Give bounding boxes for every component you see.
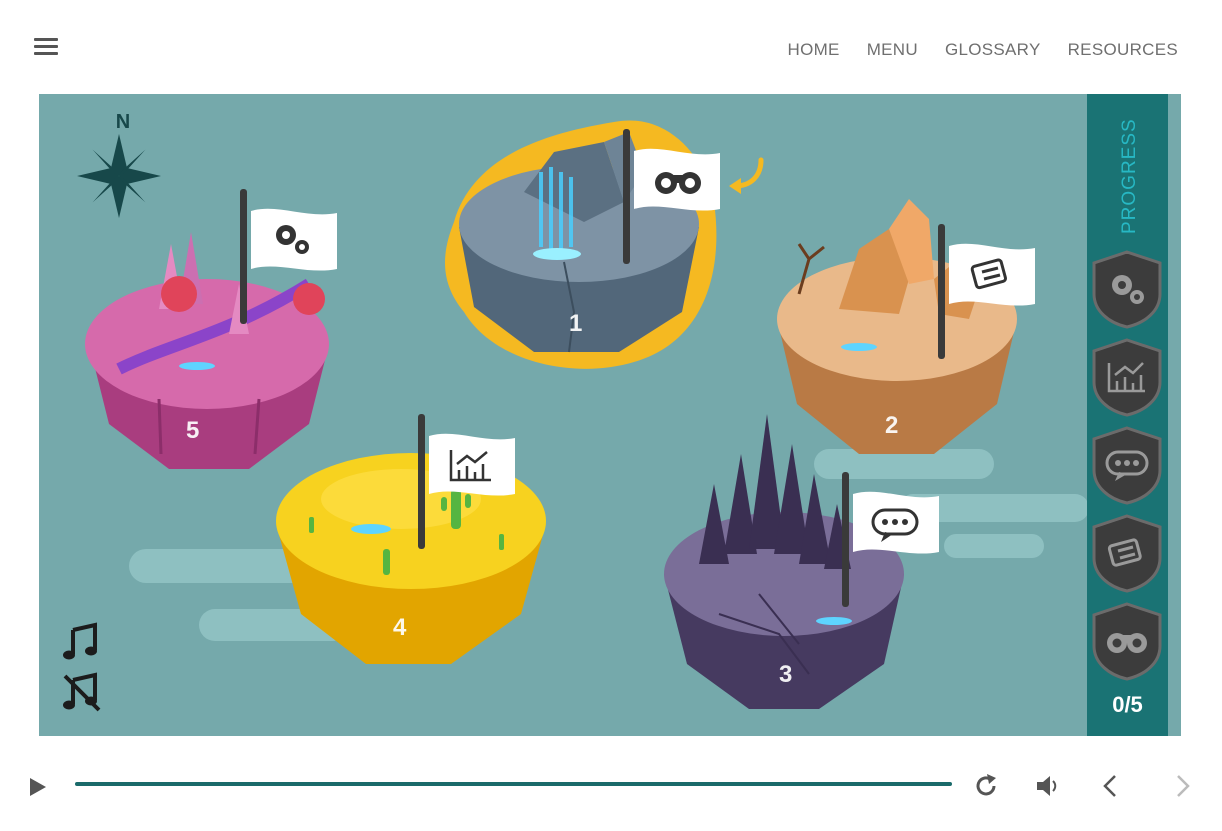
previous-icon[interactable] (1097, 772, 1125, 800)
svg-text:PROGRESS: PROGRESS (1119, 118, 1140, 234)
seek-bar[interactable] (75, 782, 952, 786)
island-3-number: 3 (779, 661, 793, 688)
nav-resources-link[interactable]: RESOURCES (1068, 40, 1178, 60)
replay-icon[interactable] (972, 772, 1000, 800)
island-4-flag[interactable] (415, 414, 525, 554)
progress-badge-chart (1092, 338, 1162, 417)
island-3-flag[interactable] (839, 472, 949, 612)
nav-menu-link[interactable]: MENU (867, 40, 918, 60)
island-5-flag[interactable] (237, 189, 347, 329)
island-4-number: 4 (393, 614, 407, 641)
svg-text:N: N (116, 111, 130, 133)
play-icon[interactable] (26, 776, 48, 798)
hamburger-menu-icon[interactable] (34, 38, 58, 56)
nav-home-link[interactable]: HOME (788, 40, 840, 60)
island-2-flag[interactable] (935, 224, 1045, 364)
island-1-flag[interactable] (620, 129, 730, 269)
compass-icon: N (77, 111, 161, 218)
map-stage: N 5 1 2 4 3 PROGRESS 0/5 (39, 94, 1181, 736)
music-on-icon[interactable] (61, 622, 101, 662)
progress-badge-gears (1092, 250, 1162, 329)
island-1-number: 1 (569, 310, 583, 337)
island-5-number: 5 (186, 417, 200, 444)
progress-badge-binoculars (1092, 602, 1162, 681)
nav-glossary-link[interactable]: GLOSSARY (945, 40, 1041, 60)
progress-badge-scroll (1092, 514, 1162, 593)
progress-count: 0/5 (1112, 692, 1143, 717)
volume-icon[interactable] (1033, 772, 1061, 800)
music-off-icon[interactable] (61, 672, 101, 712)
arrow-pointer-icon (729, 157, 764, 194)
progress-title: PROGRESS (1119, 118, 1140, 234)
progress-badge-speech (1092, 426, 1162, 505)
next-icon[interactable] (1168, 772, 1196, 800)
progress-panel: PROGRESS 0/5 (1087, 94, 1168, 736)
playback-bar (0, 760, 1222, 810)
top-nav: HOME MENU GLOSSARY RESOURCES (788, 40, 1179, 60)
